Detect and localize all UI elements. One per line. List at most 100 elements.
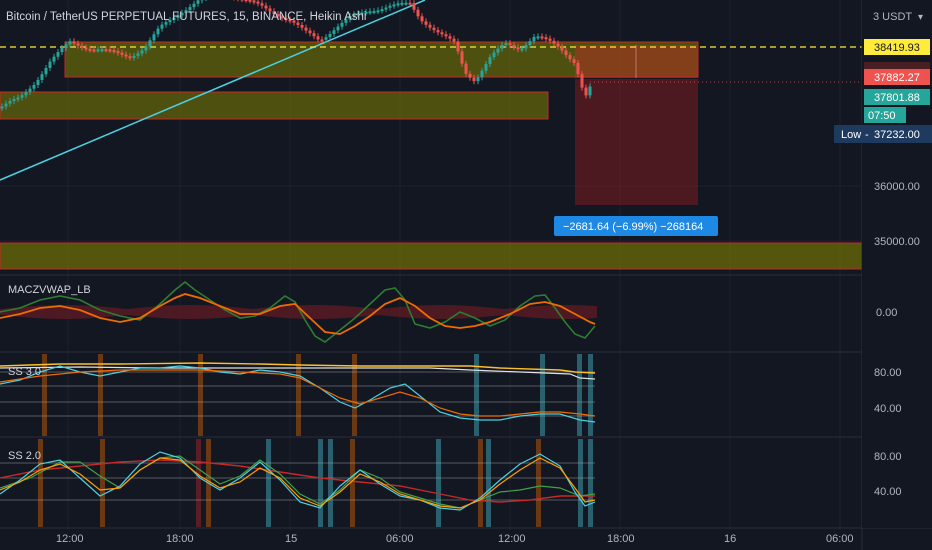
macz-hist-bar <box>594 305 597 319</box>
candle <box>368 11 372 14</box>
candle <box>72 41 76 44</box>
candle <box>80 45 84 48</box>
candle <box>148 40 152 47</box>
macz-hist-bar <box>213 305 216 319</box>
macz-hist-bar <box>501 308 504 316</box>
macz-hist-bar <box>198 305 201 319</box>
macz-hist-bar <box>99 306 102 318</box>
macz-hist-bar <box>540 305 543 319</box>
candle <box>120 52 124 55</box>
candle <box>488 57 492 64</box>
candle <box>432 27 436 31</box>
macz-hist-bar <box>132 308 135 316</box>
macz-hist-bar <box>387 308 390 316</box>
macz-hist-bar <box>381 308 384 316</box>
macz-hist-bar <box>591 305 594 319</box>
candle <box>476 77 480 82</box>
macz-hist-bar <box>282 306 285 318</box>
candle <box>192 3 196 8</box>
macz-hist-bar <box>177 305 180 319</box>
macz-hist-bar <box>351 306 354 318</box>
candle <box>440 32 444 35</box>
signal-bar <box>266 439 271 527</box>
candle <box>544 37 548 40</box>
macz-hist-bar <box>324 305 327 319</box>
time-label: 12:00 <box>56 533 84 545</box>
ss3-pane[interactable]: SS 3.0 <box>0 354 596 436</box>
time-label: 06:00 <box>386 533 414 545</box>
macz-hist-bar <box>549 305 552 319</box>
macz-hist-bar <box>168 305 171 319</box>
ss2-pane[interactable]: SS 2.0 <box>0 439 596 527</box>
macz-hist-bar <box>138 307 141 317</box>
price-label-36000: 36000.00 <box>874 181 920 193</box>
trading-chart[interactable]: MACZVWAP_LB SS 3.0 SS 2.0 Bitcoin / Teth… <box>0 0 932 550</box>
macz-hist-bar <box>396 307 399 317</box>
maczvwap-pane[interactable]: MACZVWAP_LB <box>0 280 597 343</box>
macz-hist-bar <box>285 306 288 318</box>
candle <box>332 30 336 34</box>
macz-hist-bar <box>462 305 465 319</box>
macz-hist-bar <box>237 307 240 317</box>
macz-hist-bar <box>531 306 534 318</box>
candle <box>480 70 484 78</box>
macz-hist-bar <box>174 305 177 319</box>
macz-hist-bar <box>348 306 351 318</box>
symbol-title[interactable]: Bitcoin / TetherUS PERPETUAL FUTURES, 15… <box>6 11 366 23</box>
macz-hist-bar <box>87 305 90 319</box>
current-price-value: 37882.27 <box>874 72 920 84</box>
candle <box>428 24 432 28</box>
candle <box>536 36 540 39</box>
macz-hist-bar <box>444 305 447 319</box>
macz-hist-bar <box>294 305 297 319</box>
macz-hist-bar <box>585 305 588 319</box>
second-price-value: 37801.88 <box>874 92 920 104</box>
macz-hist-bar <box>384 308 387 316</box>
candle <box>340 22 344 27</box>
candle <box>556 43 560 47</box>
candle <box>76 43 80 46</box>
macz-hist-bar <box>33 306 36 318</box>
signal-bar <box>196 439 201 527</box>
candle <box>320 39 324 42</box>
candle <box>588 86 592 96</box>
candle <box>108 49 112 52</box>
candle <box>156 28 160 35</box>
candle <box>252 0 256 3</box>
time-axis[interactable]: 12:00 18:00 15 06:00 12:00 18:00 16 06:0… <box>56 533 854 545</box>
macz-hist-bar <box>543 305 546 319</box>
candle <box>124 54 128 57</box>
currency-label[interactable]: 3 USDT <box>873 11 912 23</box>
macz-hist-bar <box>480 306 483 318</box>
candle <box>308 30 312 34</box>
macz-hist-bar <box>111 307 114 317</box>
macz-hist-bar <box>192 305 195 319</box>
zone-lower[interactable] <box>0 242 869 270</box>
macz-hist-bar <box>330 305 333 319</box>
macz-hist-bar <box>534 306 537 318</box>
candle <box>36 79 40 85</box>
macz-hist-bar <box>333 305 336 319</box>
candle <box>116 51 120 54</box>
macz-hist-bar <box>207 305 210 319</box>
candle <box>436 30 440 33</box>
macz-hist-bar <box>288 305 291 319</box>
zone-middle[interactable] <box>0 91 549 120</box>
signal-bar <box>42 354 47 436</box>
candle <box>516 47 520 50</box>
trendline[interactable] <box>0 0 426 181</box>
position-stop-box[interactable] <box>575 45 698 78</box>
candle <box>264 5 268 9</box>
candle <box>376 10 380 13</box>
candle <box>424 21 428 25</box>
candle <box>472 77 476 82</box>
position-target-box[interactable] <box>575 79 698 205</box>
currency-dropdown-icon[interactable]: ▾ <box>918 12 923 23</box>
candle <box>508 43 512 46</box>
macz-hist-bar <box>441 305 444 319</box>
macz-axis-label-0: 0.00 <box>876 307 897 319</box>
candle <box>312 33 316 37</box>
measure-label-text: −2681.64 (−6.99%) −268164 <box>563 221 703 233</box>
ss3-title: SS 3.0 <box>8 366 41 378</box>
candle <box>468 73 472 78</box>
